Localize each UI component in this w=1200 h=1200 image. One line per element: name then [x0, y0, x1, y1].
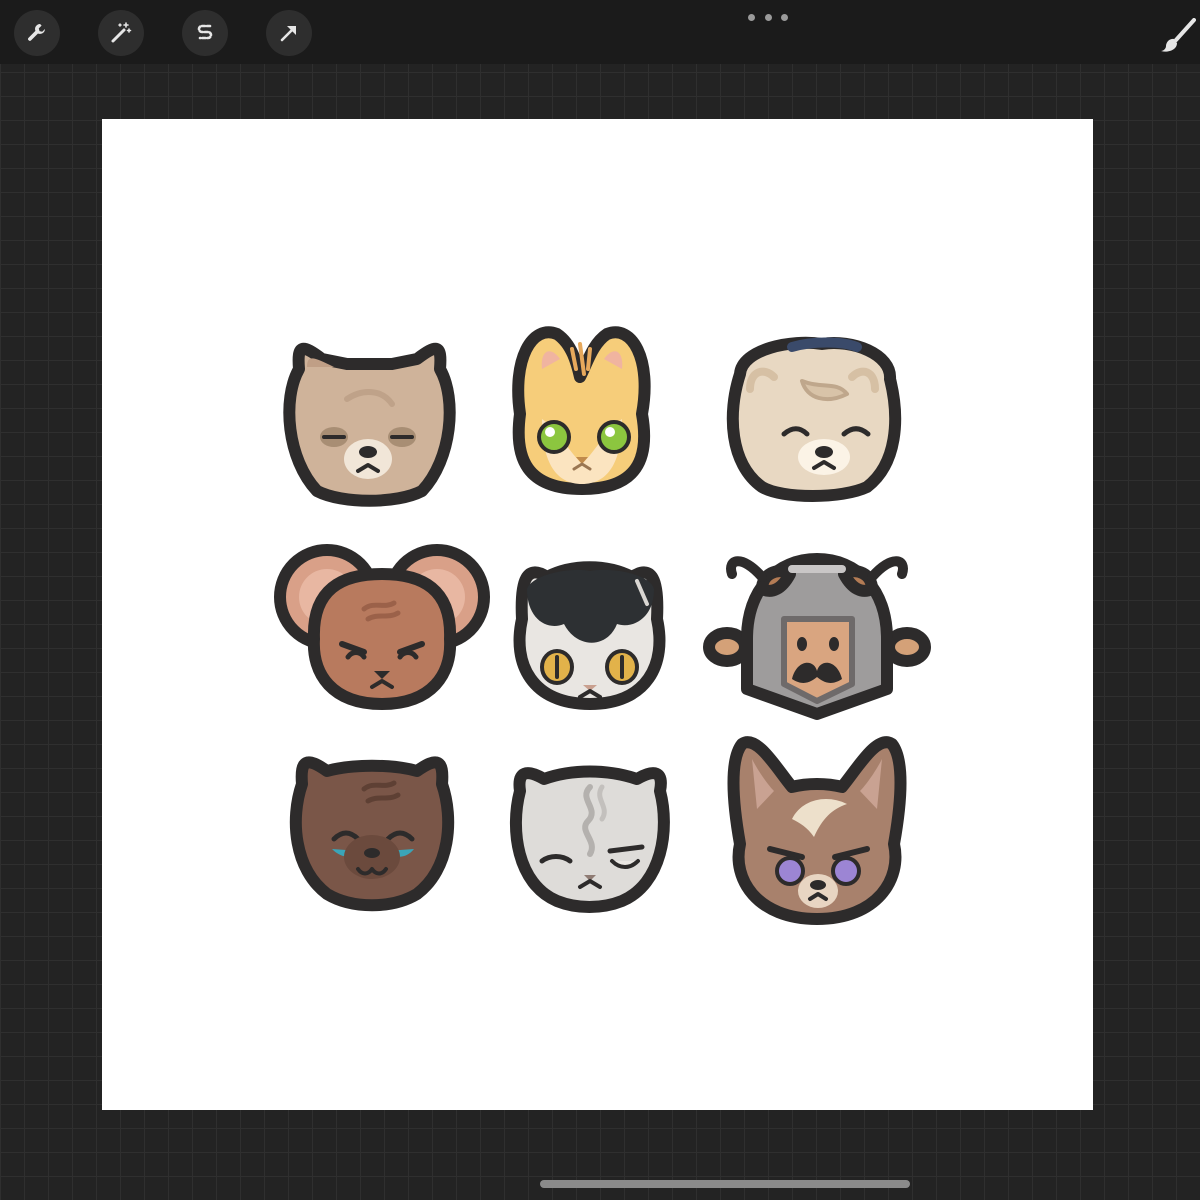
sheepdog-face: [726, 336, 902, 502]
tuxedo-cat-face: [513, 561, 666, 710]
brown-mouse-face: [274, 544, 490, 710]
top-toolbar: [0, 0, 1200, 64]
brown-cat-crying-face: [289, 756, 455, 912]
wrench-icon[interactable]: [14, 10, 60, 56]
fox-dog-face: [727, 736, 907, 925]
tan-cat-face: [283, 342, 456, 507]
sticker-sheet: [274, 326, 931, 925]
magic-wand-icon[interactable]: [98, 10, 144, 56]
selection-s-icon[interactable]: [182, 10, 228, 56]
viking-helmet-cow-face: [703, 553, 931, 720]
grey-cat-face: [509, 765, 670, 913]
home-indicator[interactable]: [540, 1180, 910, 1188]
arrow-cursor-icon[interactable]: [266, 10, 312, 56]
drawing-canvas[interactable]: [102, 119, 1093, 1110]
more-dots-icon[interactable]: [748, 10, 788, 24]
brush-icon[interactable]: [1160, 18, 1196, 54]
orange-bunny-face: [512, 326, 651, 495]
